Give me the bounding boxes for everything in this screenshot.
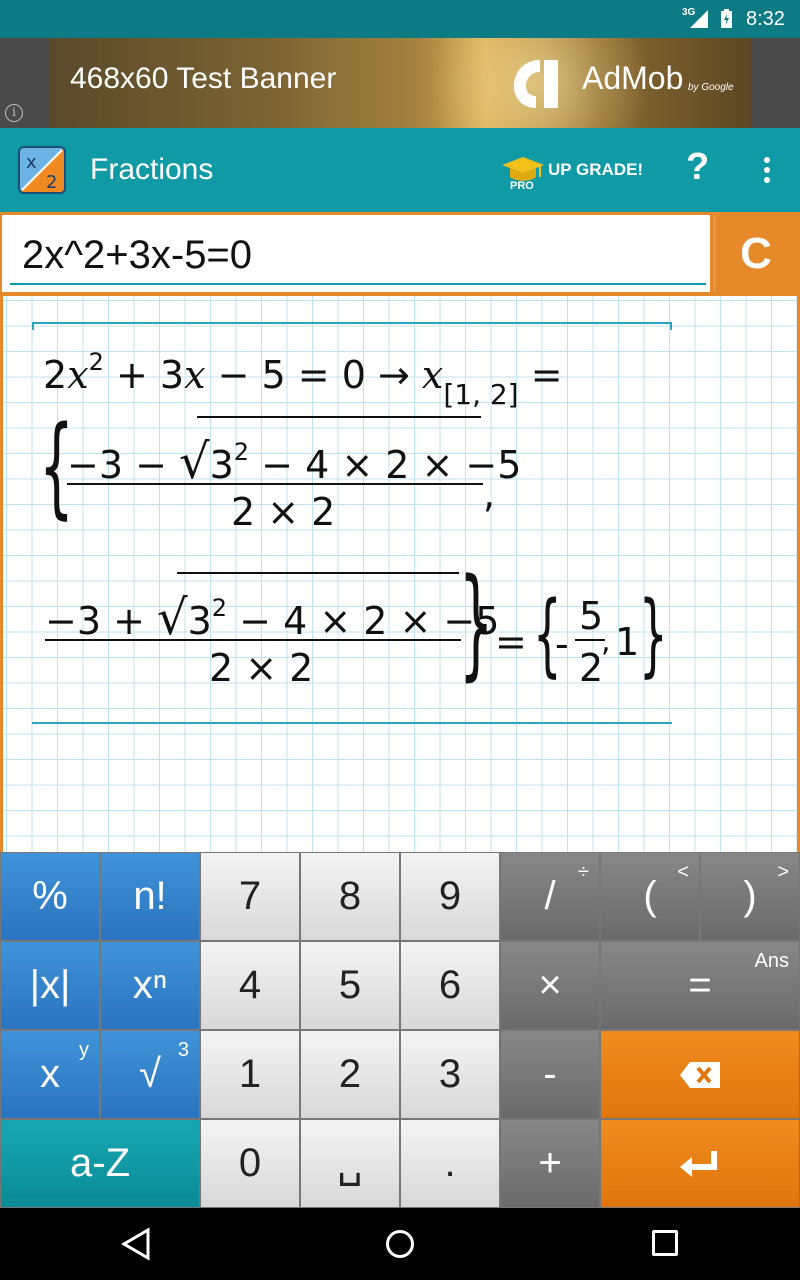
input-underline	[10, 283, 706, 285]
absolute-value-key[interactable]: |x|	[0, 941, 100, 1030]
sqrt1-bar	[197, 416, 481, 418]
fraction2-bar	[45, 639, 461, 641]
fraction1-bar	[67, 483, 483, 485]
digit-7-key[interactable]: 7	[200, 852, 300, 941]
upgrade-button[interactable]: UP GRADE!	[548, 160, 643, 180]
digit-2-key[interactable]: 2	[300, 1030, 400, 1119]
digit-0-key[interactable]: 0	[200, 1119, 300, 1208]
x-power-y-key[interactable]: xy	[0, 1030, 100, 1119]
navigation-bar	[0, 1208, 800, 1280]
digit-1-key[interactable]: 1	[200, 1030, 300, 1119]
factorial-key[interactable]: n!	[100, 852, 200, 941]
home-icon[interactable]	[386, 1230, 414, 1258]
keypad: % n! 7 8 9 /÷ (< ) > |x| xⁿ 4 5 6 × = Ans …	[0, 852, 800, 1208]
answer-separator: ,	[601, 624, 611, 659]
percent-key[interactable]: %	[0, 852, 100, 941]
status-bar: 3G 8:32	[0, 0, 800, 38]
space-key[interactable]: ␣	[300, 1119, 400, 1208]
digit-9-key[interactable]: 9	[400, 852, 500, 941]
answer-equals: =	[495, 620, 527, 664]
back-icon[interactable]	[120, 1226, 152, 1262]
signal-icon	[690, 10, 708, 28]
fraction2-numerator: −3 + √32 − 4 × 2 × −5	[45, 590, 500, 646]
pro-label: PRO	[510, 180, 534, 192]
digit-5-key[interactable]: 5	[300, 941, 400, 1030]
fraction2-denominator: 2 × 2	[209, 646, 314, 690]
app-bar: x 2 Fractions PRO UP GRADE! ?	[0, 128, 800, 212]
expression-input[interactable]: 2x^2+3x-5=0	[2, 215, 710, 292]
ad-banner[interactable]: 468x60 Test Banner AdMob by Google	[50, 38, 752, 128]
open-paren-key[interactable]: (<	[600, 852, 700, 941]
square-root-key[interactable]: √ 3	[100, 1030, 200, 1119]
backspace-key[interactable]	[600, 1030, 800, 1119]
overflow-menu-icon[interactable]	[757, 154, 777, 188]
fraction1-numerator: −3 − √32 − 4 × 2 × −5	[67, 434, 522, 490]
clear-button[interactable]: C	[714, 215, 797, 292]
enter-icon	[680, 1150, 717, 1177]
backspace-icon	[680, 1061, 720, 1088]
digit-3-key[interactable]: 3	[400, 1030, 500, 1119]
set-close-brace: }	[459, 554, 494, 693]
app-logo-icon: x 2	[18, 146, 66, 194]
ad-info-icon[interactable]: i	[5, 104, 23, 122]
alphabet-key[interactable]: a-Z	[0, 1119, 200, 1208]
add-key[interactable]: +	[500, 1119, 600, 1208]
close-paren-key[interactable]: ) >	[700, 852, 800, 941]
ad-banner-text: 468x60 Test Banner	[70, 62, 337, 95]
enter-key[interactable]	[600, 1119, 800, 1208]
app-title: Fractions	[90, 153, 214, 186]
battery-icon	[721, 9, 732, 28]
ad-by-google: by Google	[688, 82, 734, 93]
result-equation-line: 2x2 + 3x − 5 = 0 → x[1, 2] =	[43, 348, 563, 411]
answer-second-root: 1	[615, 620, 640, 664]
recents-icon[interactable]	[652, 1230, 678, 1256]
svg-text:2: 2	[46, 172, 57, 192]
fraction1-comma: ,	[483, 472, 496, 516]
equals-key[interactable]: = Ans	[600, 941, 800, 1030]
admob-logo-icon	[514, 60, 558, 108]
subtract-key[interactable]: -	[500, 1030, 600, 1119]
clock: 8:32	[746, 8, 785, 30]
ad-area: i 468x60 Test Banner AdMob by Google	[0, 38, 800, 128]
digit-6-key[interactable]: 6	[400, 941, 500, 1030]
answer-close-brace: }	[639, 582, 668, 687]
help-button[interactable]: ?	[686, 146, 709, 189]
power-key[interactable]: xⁿ	[100, 941, 200, 1030]
answer-denominator: 2	[579, 646, 604, 690]
fraction1-denominator: 2 × 2	[231, 490, 336, 534]
svg-text:x: x	[26, 152, 37, 173]
divide-key[interactable]: / ÷	[500, 852, 600, 941]
decimal-point-key[interactable]: .	[400, 1119, 500, 1208]
digit-4-key[interactable]: 4	[200, 941, 300, 1030]
sqrt2-bar	[177, 572, 459, 574]
answer-minus: -	[555, 622, 569, 666]
result-area: 2x2 + 3x − 5 = 0 → x[1, 2] = { −3 − √32 …	[0, 296, 800, 852]
expression-text: 2x^2+3x-5=0	[22, 233, 253, 277]
answer-numerator: 5	[579, 594, 604, 638]
input-row: 2x^2+3x-5=0 C	[0, 212, 800, 296]
ad-brand: AdMob	[582, 60, 684, 96]
digit-8-key[interactable]: 8	[300, 852, 400, 941]
multiply-key[interactable]: ×	[500, 941, 600, 1030]
